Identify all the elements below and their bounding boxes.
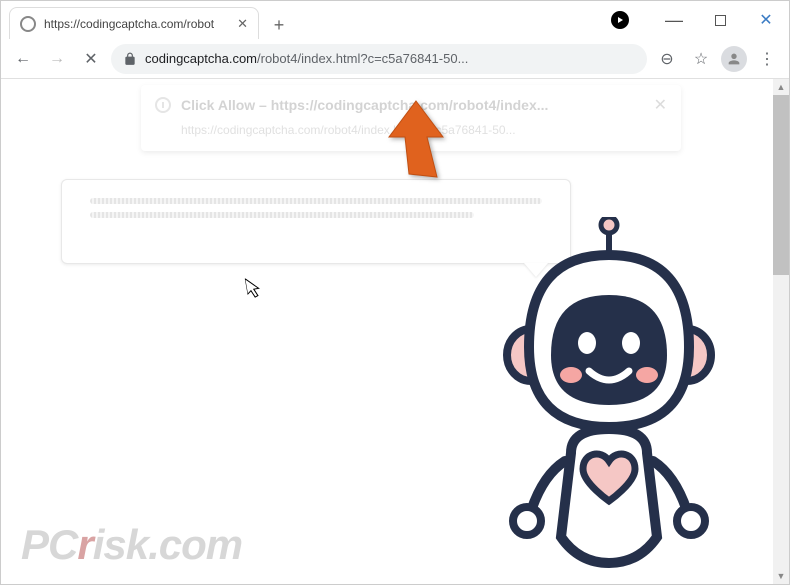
watermark-prefix: PC	[21, 521, 77, 568]
titlebar: https://codingcaptcha.com/robot ✕ + — ✕	[1, 1, 789, 39]
browser-window: https://codingcaptcha.com/robot ✕ + — ✕ …	[0, 0, 790, 585]
arrow-icon	[371, 99, 461, 189]
popup-close-button[interactable]: ✕	[654, 95, 667, 115]
globe-icon	[20, 16, 36, 32]
scroll-down-button[interactable]: ▼	[773, 568, 789, 584]
scroll-up-button[interactable]: ▲	[773, 79, 789, 95]
window-close-button[interactable]: ✕	[743, 1, 789, 39]
media-playing-icon[interactable]	[611, 11, 629, 29]
tab-close-button[interactable]: ✕	[237, 16, 248, 32]
stop-reload-button[interactable]: ✕	[77, 45, 105, 73]
window-controls: — ✕	[651, 1, 789, 39]
scroll-thumb[interactable]	[773, 95, 789, 275]
watermark-mid: r	[77, 521, 92, 568]
tab-title: https://codingcaptcha.com/robot	[44, 17, 229, 31]
browser-tab[interactable]: https://codingcaptcha.com/robot ✕	[9, 7, 259, 39]
info-icon	[155, 97, 171, 113]
robot-illustration	[489, 217, 729, 582]
address-bar[interactable]: codingcaptcha.com/robot4/index.html?c=c5…	[111, 44, 647, 74]
bookmark-button[interactable]: ☆	[687, 45, 715, 73]
url-text: codingcaptcha.com/robot4/index.html?c=c5…	[145, 51, 635, 66]
new-tab-button[interactable]: +	[265, 11, 293, 39]
profile-avatar[interactable]	[721, 46, 747, 72]
pointer-arrow-annotation	[371, 99, 461, 194]
maximize-button[interactable]	[697, 1, 743, 39]
url-path: /robot4/index.html?c=c5a76841-50...	[257, 51, 468, 66]
page-content: Click Allow – https://codingcaptcha.com/…	[1, 79, 789, 584]
person-icon	[726, 51, 742, 67]
back-button[interactable]: ←	[9, 45, 37, 73]
watermark-suffix: isk.com	[93, 521, 242, 568]
minimize-button[interactable]: —	[651, 1, 697, 39]
maximize-icon	[715, 15, 726, 26]
popup-title: Click Allow – https://codingcaptcha.com/…	[181, 97, 548, 113]
cursor-icon	[245, 276, 265, 305]
toolbar: ← → ✕ codingcaptcha.com/robot4/index.htm…	[1, 39, 789, 79]
zoom-button[interactable]: ⊖	[653, 45, 681, 73]
scrollbar[interactable]: ▲ ▼	[773, 79, 789, 584]
url-host: codingcaptcha.com	[145, 51, 257, 66]
robot-icon	[489, 217, 729, 577]
lock-icon	[123, 52, 137, 66]
forward-button: →	[43, 45, 71, 73]
placeholder-line	[90, 212, 474, 218]
menu-button[interactable]: ⋮	[753, 45, 781, 73]
watermark: PCrisk.com	[21, 521, 242, 569]
placeholder-line	[90, 198, 542, 204]
